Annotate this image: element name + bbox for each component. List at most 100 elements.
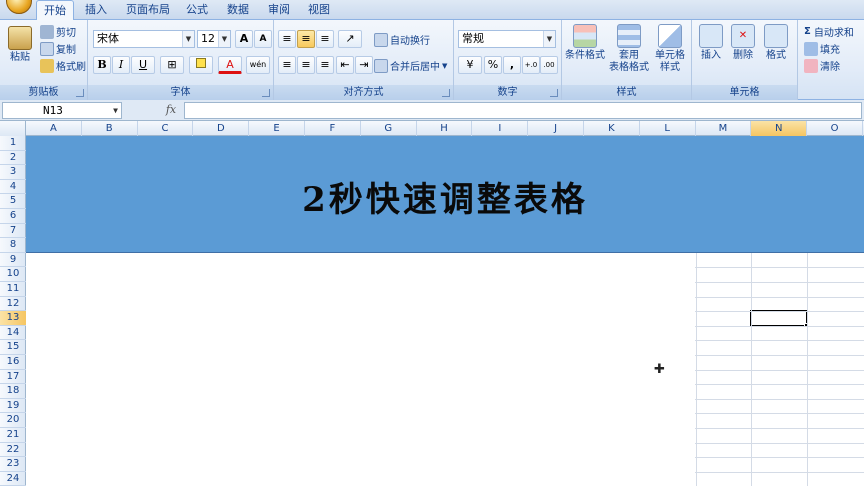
- align-bottom-button[interactable]: ≡: [316, 30, 334, 48]
- phonetic-button[interactable]: wén: [246, 56, 270, 74]
- tab-page-layout[interactable]: 页面布局: [120, 0, 176, 20]
- row-header-14[interactable]: 14: [0, 326, 26, 341]
- conditional-format-button[interactable]: 条件格式: [564, 24, 606, 62]
- column-header-l[interactable]: L: [640, 121, 696, 136]
- column-header-c[interactable]: C: [138, 121, 194, 136]
- clear-button[interactable]: 清除: [804, 58, 840, 73]
- font-launcher-icon[interactable]: [262, 89, 270, 97]
- row-header-21[interactable]: 21: [0, 428, 26, 443]
- copy-button[interactable]: 复制: [40, 41, 76, 56]
- column-header-g[interactable]: G: [361, 121, 417, 136]
- format-painter-button[interactable]: 格式刷: [40, 58, 86, 73]
- row-header-7[interactable]: 7: [0, 224, 26, 239]
- active-cell-border[interactable]: [750, 310, 809, 327]
- orientation-button[interactable]: ↗: [338, 30, 362, 48]
- delete-cells-button[interactable]: ✕ 删除: [728, 24, 758, 62]
- cell-area[interactable]: 2秒快速调整表格 ✚: [26, 136, 864, 486]
- column-header-j[interactable]: J: [528, 121, 584, 136]
- column-header-k[interactable]: K: [584, 121, 640, 136]
- column-header-m[interactable]: M: [696, 121, 752, 136]
- number-launcher-icon[interactable]: [550, 89, 558, 97]
- row-header-8[interactable]: 8: [0, 238, 26, 253]
- row-header-20[interactable]: 20: [0, 413, 26, 428]
- column-header-d[interactable]: D: [193, 121, 250, 136]
- row-header-15[interactable]: 15: [0, 340, 26, 355]
- name-box[interactable]: N13 ▼: [2, 102, 122, 119]
- increase-indent-button[interactable]: ⇥: [355, 56, 373, 74]
- clipboard-launcher-icon[interactable]: [76, 89, 84, 97]
- increase-decimal-button[interactable]: +.0: [522, 56, 540, 74]
- select-all-corner[interactable]: [0, 121, 26, 136]
- cut-button[interactable]: 剪切: [40, 24, 76, 39]
- row-header-2[interactable]: 2: [0, 151, 26, 166]
- row-header-16[interactable]: 16: [0, 355, 26, 370]
- tab-home[interactable]: 开始: [36, 0, 74, 21]
- row-header-18[interactable]: 18: [0, 384, 26, 399]
- column-header-o[interactable]: O: [807, 121, 863, 136]
- accounting-format-button[interactable]: ¥: [458, 56, 482, 74]
- tab-insert[interactable]: 插入: [78, 0, 114, 20]
- decrease-indent-button[interactable]: ⇤: [336, 56, 354, 74]
- row-header-9[interactable]: 9: [0, 253, 26, 268]
- italic-button[interactable]: I: [112, 56, 130, 74]
- wrap-text-label: 自动换行: [390, 36, 430, 47]
- font-size-select[interactable]: 12 ▼: [197, 30, 231, 48]
- row-header-17[interactable]: 17: [0, 370, 26, 385]
- row-header-4[interactable]: 4: [0, 180, 26, 195]
- font-color-button[interactable]: A: [218, 56, 242, 74]
- column-header-h[interactable]: H: [417, 121, 473, 136]
- column-header-b[interactable]: B: [82, 121, 138, 136]
- cell-styles-label-1: 单元格: [655, 50, 685, 61]
- row-header-12[interactable]: 12: [0, 297, 26, 312]
- row-header-3[interactable]: 3: [0, 165, 26, 180]
- cell-styles-button[interactable]: 单元格 样式: [650, 24, 690, 74]
- comma-style-button[interactable]: ,: [503, 56, 521, 74]
- format-as-table-button[interactable]: 套用 表格格式: [608, 24, 650, 74]
- fill-button[interactable]: 填充: [804, 41, 840, 56]
- align-left-button[interactable]: ≡: [278, 56, 296, 74]
- align-right-button[interactable]: ≡: [316, 56, 334, 74]
- fill-color-button[interactable]: [189, 56, 213, 74]
- decrease-decimal-button[interactable]: .00: [540, 56, 558, 74]
- shrink-font-button[interactable]: A: [254, 30, 272, 48]
- column-header-n[interactable]: N: [751, 121, 808, 136]
- underline-button[interactable]: U: [131, 56, 155, 74]
- row-header-6[interactable]: 6: [0, 209, 26, 224]
- format-cells-button[interactable]: 格式: [760, 24, 792, 62]
- alignment-launcher-icon[interactable]: [442, 89, 450, 97]
- row-header-1[interactable]: 1: [0, 136, 26, 151]
- office-button-icon[interactable]: [6, 0, 32, 14]
- row-header-5[interactable]: 5: [0, 194, 26, 209]
- tab-data[interactable]: 数据: [220, 0, 256, 20]
- tab-view[interactable]: 视图: [302, 0, 336, 20]
- percent-button[interactable]: %: [484, 56, 502, 74]
- borders-button[interactable]: ⊞: [160, 56, 184, 74]
- row-header-13[interactable]: 13: [0, 311, 26, 326]
- column-header-e[interactable]: E: [249, 121, 305, 136]
- align-center-button[interactable]: ≡: [297, 56, 315, 74]
- font-name-select[interactable]: 宋体 ▼: [93, 30, 195, 48]
- wrap-text-button[interactable]: 自动换行: [374, 32, 430, 47]
- column-header-a[interactable]: A: [26, 121, 82, 136]
- row-header-23[interactable]: 23: [0, 457, 26, 472]
- number-format-select[interactable]: 常规 ▼: [458, 30, 556, 48]
- align-top-button[interactable]: ≡: [278, 30, 296, 48]
- row-header-19[interactable]: 19: [0, 399, 26, 414]
- column-header-f[interactable]: F: [305, 121, 361, 136]
- row-header-11[interactable]: 11: [0, 282, 26, 297]
- grow-font-button[interactable]: A: [235, 30, 253, 48]
- formula-input[interactable]: [184, 102, 862, 119]
- paste-button[interactable]: 粘贴: [4, 26, 36, 64]
- column-header-i[interactable]: I: [472, 121, 529, 136]
- align-middle-button[interactable]: ≡: [297, 30, 315, 48]
- insert-cells-button[interactable]: 插入: [696, 24, 726, 62]
- tab-review[interactable]: 审阅: [262, 0, 296, 20]
- row-header-22[interactable]: 22: [0, 443, 26, 458]
- merge-center-button[interactable]: 合并后居中 ▼: [374, 58, 447, 73]
- bold-button[interactable]: B: [93, 56, 111, 74]
- insert-function-button[interactable]: fx: [160, 102, 182, 119]
- row-header-24[interactable]: 24: [0, 472, 26, 486]
- row-header-10[interactable]: 10: [0, 267, 26, 282]
- tab-formulas[interactable]: 公式: [180, 0, 214, 20]
- autosum-button[interactable]: Σ 自动求和: [804, 24, 854, 39]
